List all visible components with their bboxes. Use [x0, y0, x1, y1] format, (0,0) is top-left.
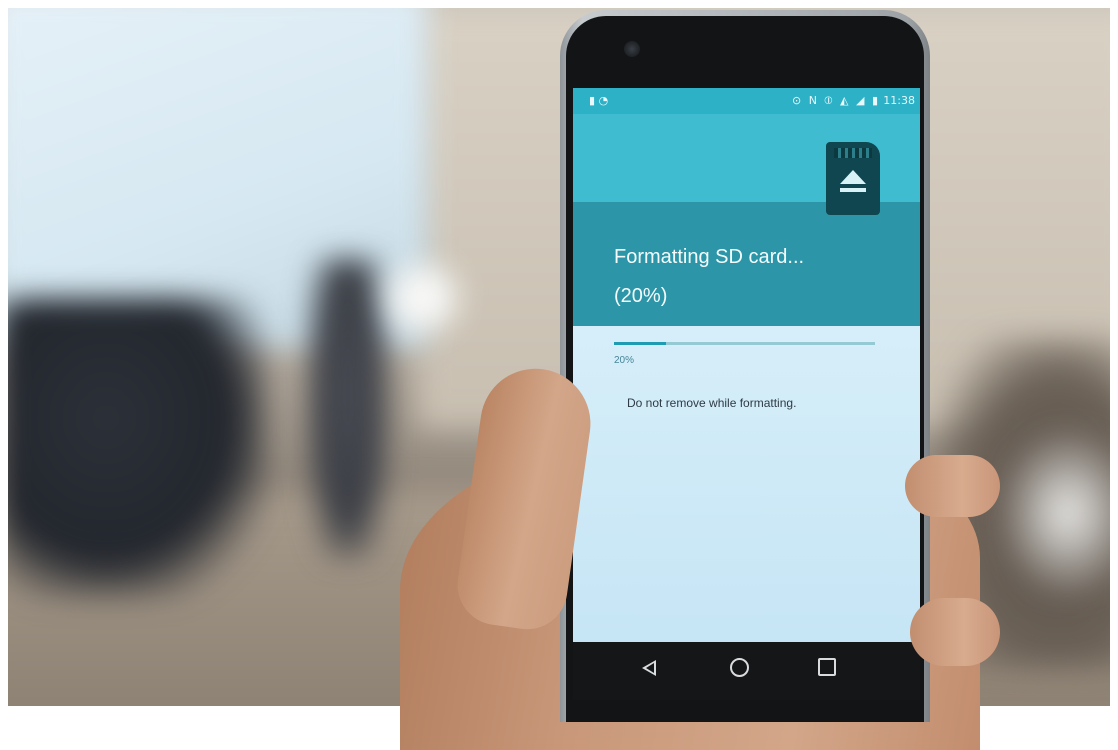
vibrate-icon: ⦶ — [824, 94, 835, 107]
progress-fill — [614, 342, 667, 345]
dialog-message: Do not remove while formatting. — [627, 396, 797, 410]
blurred-light — [378, 263, 468, 333]
status-right-icons: ⊙ N ⦶ ◭ ◢ ▮ — [792, 94, 880, 108]
signal-icon: ◔ — [598, 94, 609, 107]
hand-finger-lower — [910, 598, 1000, 666]
back-icon-inner — [646, 663, 654, 673]
eject-bar — [840, 188, 866, 192]
wifi-icon: ◭ — [840, 94, 851, 107]
sd-card-eject-icon — [826, 142, 880, 215]
hand-finger-upper — [905, 455, 1000, 517]
dialog-title-percent: (20%) — [614, 285, 668, 307]
dialog-header: Formatting SD card... (20%) — [573, 202, 920, 326]
eject-arrow — [840, 170, 866, 184]
progress-bar — [614, 342, 875, 345]
home-icon[interactable] — [730, 658, 749, 677]
dialog-content: 20% Do not remove while formatting. — [573, 326, 920, 642]
navigation-bar — [573, 642, 920, 700]
status-bar: ▮ ◔ ⊙ N ⦶ ◭ ◢ ▮ 11:38 — [573, 88, 920, 114]
front-camera — [624, 41, 640, 57]
sd-card-icon: ▮ — [589, 94, 596, 107]
status-time: 11:38 — [883, 94, 915, 107]
back-icon[interactable] — [642, 660, 656, 676]
blurred-people — [8, 298, 268, 598]
sd-card-pins — [834, 148, 872, 158]
progress-label: 20% — [614, 355, 635, 366]
battery-icon: ▮ — [871, 94, 880, 107]
blurred-person — [308, 258, 388, 558]
status-left-icons: ▮ ◔ — [589, 94, 608, 107]
blurred-right-highlight — [998, 428, 1110, 598]
cellular-icon: ◢ — [855, 94, 867, 107]
dialog-title: Formatting SD card... — [614, 246, 805, 268]
nfc-icon: N — [808, 94, 819, 107]
phone-screen: ▮ ◔ ⊙ N ⦶ ◭ ◢ ▮ 11:38 Formatting SD card… — [573, 88, 920, 700]
recents-icon[interactable] — [818, 658, 836, 676]
alarm-icon: ⊙ — [792, 94, 804, 107]
